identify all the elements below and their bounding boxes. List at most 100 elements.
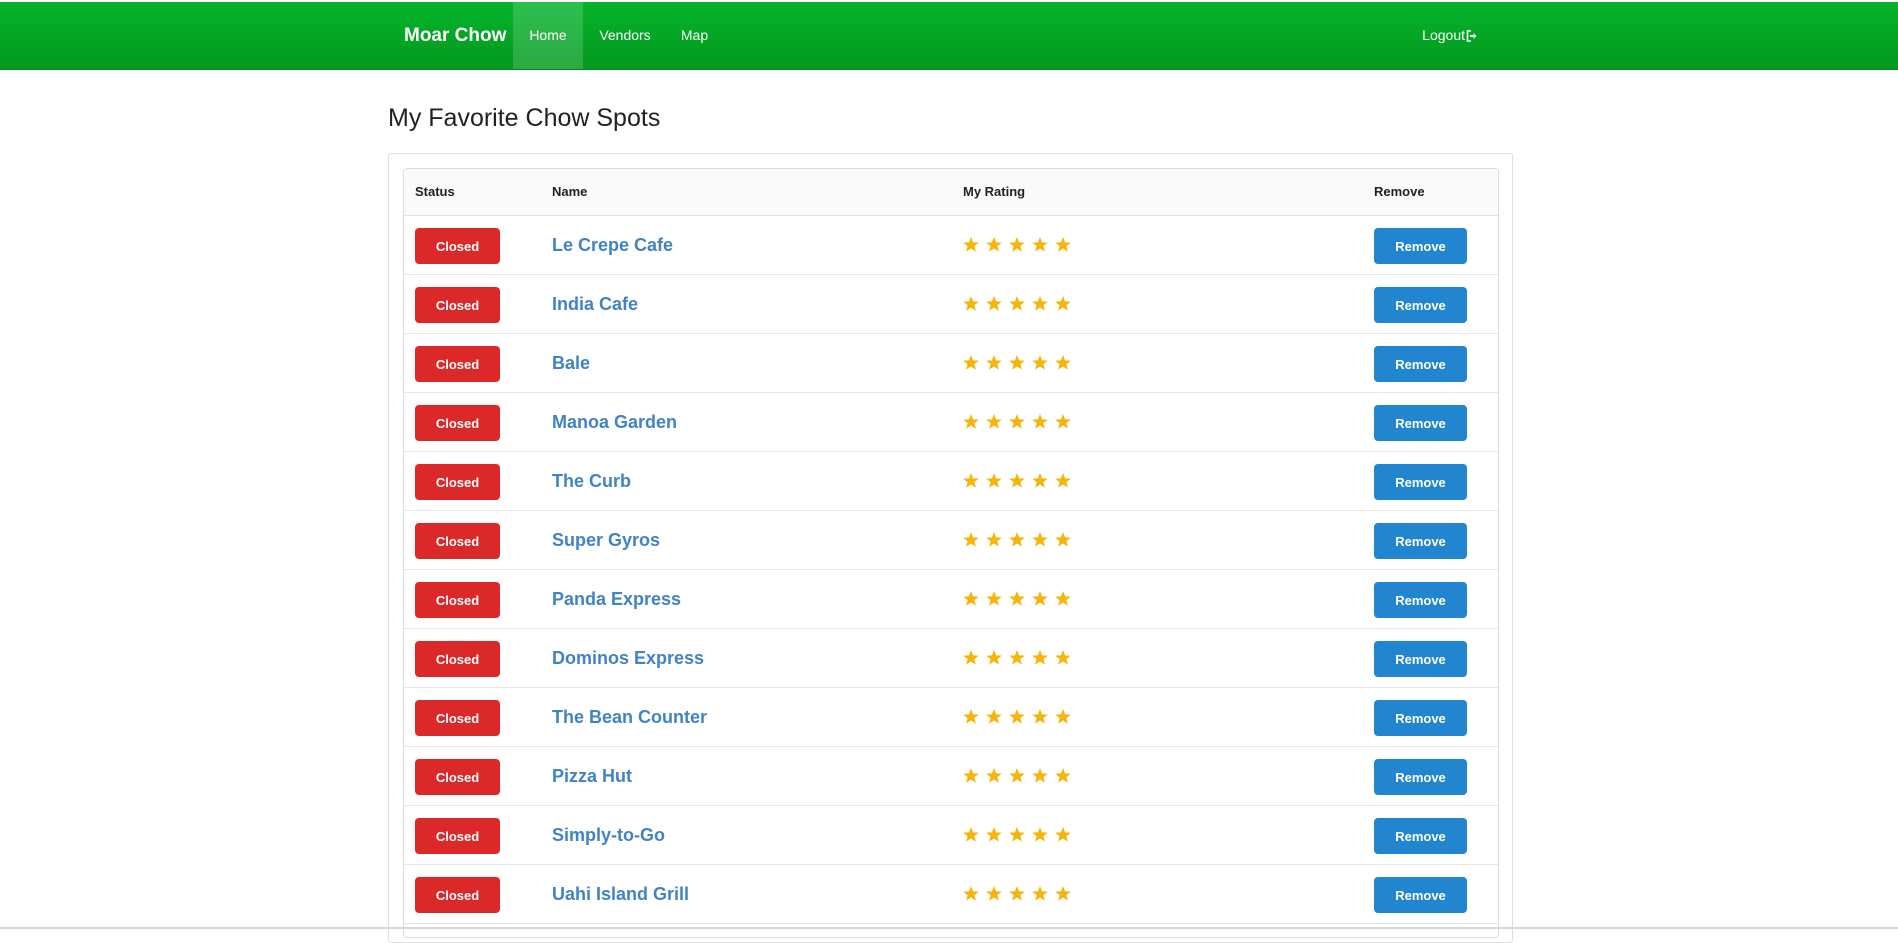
- star-icon[interactable]: [985, 767, 1008, 785]
- status-badge[interactable]: Closed: [415, 759, 500, 795]
- vendor-name-link[interactable]: India Cafe: [552, 275, 638, 334]
- star-icon[interactable]: [962, 826, 985, 844]
- rating-stars[interactable]: [962, 354, 1077, 374]
- status-badge[interactable]: Closed: [415, 818, 500, 854]
- star-icon[interactable]: [985, 885, 1008, 903]
- vendor-name-link[interactable]: Super Gyros: [552, 511, 660, 570]
- star-icon[interactable]: [1008, 590, 1031, 608]
- status-badge[interactable]: Closed: [415, 346, 500, 382]
- vendor-name-link[interactable]: Dominos Express: [552, 629, 704, 688]
- star-icon[interactable]: [1008, 531, 1031, 549]
- star-icon[interactable]: [1031, 413, 1054, 431]
- star-icon[interactable]: [1031, 826, 1054, 844]
- star-icon[interactable]: [962, 885, 985, 903]
- star-icon[interactable]: [962, 236, 985, 254]
- star-icon[interactable]: [1008, 767, 1031, 785]
- status-badge[interactable]: Closed: [415, 700, 500, 736]
- vendor-name-link[interactable]: Manoa Garden: [552, 393, 677, 452]
- star-icon[interactable]: [1054, 354, 1077, 372]
- status-badge[interactable]: Closed: [415, 405, 500, 441]
- status-badge[interactable]: Closed: [415, 523, 500, 559]
- rating-stars[interactable]: [962, 295, 1077, 315]
- star-icon[interactable]: [1031, 295, 1054, 313]
- star-icon[interactable]: [1008, 413, 1031, 431]
- status-badge[interactable]: Closed: [415, 641, 500, 677]
- star-icon[interactable]: [1008, 649, 1031, 667]
- status-badge[interactable]: Closed: [415, 582, 500, 618]
- nav-vendors[interactable]: Vendors: [583, 2, 667, 69]
- star-icon[interactable]: [1008, 885, 1031, 903]
- star-icon[interactable]: [1054, 649, 1077, 667]
- star-icon[interactable]: [962, 767, 985, 785]
- brand-logo[interactable]: Moar Chow: [404, 2, 506, 69]
- remove-button[interactable]: Remove: [1374, 582, 1467, 618]
- nav-map[interactable]: Map: [667, 2, 722, 69]
- remove-button[interactable]: Remove: [1374, 641, 1467, 677]
- star-icon[interactable]: [1054, 885, 1077, 903]
- vendor-name-link[interactable]: Bale: [552, 334, 590, 393]
- star-icon[interactable]: [1008, 295, 1031, 313]
- nav-home[interactable]: Home: [513, 2, 583, 69]
- star-icon[interactable]: [985, 236, 1008, 254]
- star-icon[interactable]: [985, 354, 1008, 372]
- star-icon[interactable]: [985, 826, 1008, 844]
- rating-stars[interactable]: [962, 767, 1077, 787]
- remove-button[interactable]: Remove: [1374, 405, 1467, 441]
- remove-button[interactable]: Remove: [1374, 464, 1467, 500]
- star-icon[interactable]: [1008, 236, 1031, 254]
- vendor-name-link[interactable]: Uahi Island Grill: [552, 865, 689, 924]
- star-icon[interactable]: [985, 295, 1008, 313]
- logout-link[interactable]: Logout: [1422, 2, 1478, 69]
- star-icon[interactable]: [962, 413, 985, 431]
- star-icon[interactable]: [985, 531, 1008, 549]
- star-icon[interactable]: [985, 413, 1008, 431]
- star-icon[interactable]: [1054, 531, 1077, 549]
- rating-stars[interactable]: [962, 885, 1077, 905]
- rating-stars[interactable]: [962, 590, 1077, 610]
- vendor-name-link[interactable]: The Bean Counter: [552, 688, 707, 747]
- star-icon[interactable]: [1054, 295, 1077, 313]
- star-icon[interactable]: [962, 649, 985, 667]
- vendor-name-link[interactable]: Panda Express: [552, 570, 681, 629]
- star-icon[interactable]: [1031, 531, 1054, 549]
- star-icon[interactable]: [1008, 708, 1031, 726]
- status-badge[interactable]: Closed: [415, 877, 500, 913]
- star-icon[interactable]: [1031, 236, 1054, 254]
- status-badge[interactable]: Closed: [415, 228, 500, 264]
- star-icon[interactable]: [1008, 354, 1031, 372]
- star-icon[interactable]: [1031, 472, 1054, 490]
- remove-button[interactable]: Remove: [1374, 759, 1467, 795]
- star-icon[interactable]: [1054, 708, 1077, 726]
- remove-button[interactable]: Remove: [1374, 877, 1467, 913]
- rating-stars[interactable]: [962, 472, 1077, 492]
- star-icon[interactable]: [1031, 885, 1054, 903]
- vendor-name-link[interactable]: Le Crepe Cafe: [552, 216, 673, 275]
- star-icon[interactable]: [962, 472, 985, 490]
- star-icon[interactable]: [1054, 590, 1077, 608]
- star-icon[interactable]: [962, 708, 985, 726]
- rating-stars[interactable]: [962, 826, 1077, 846]
- remove-button[interactable]: Remove: [1374, 700, 1467, 736]
- star-icon[interactable]: [1031, 649, 1054, 667]
- star-icon[interactable]: [1031, 354, 1054, 372]
- star-icon[interactable]: [985, 708, 1008, 726]
- rating-stars[interactable]: [962, 531, 1077, 551]
- rating-stars[interactable]: [962, 236, 1077, 256]
- star-icon[interactable]: [1031, 590, 1054, 608]
- star-icon[interactable]: [962, 354, 985, 372]
- rating-stars[interactable]: [962, 649, 1077, 669]
- remove-button[interactable]: Remove: [1374, 523, 1467, 559]
- status-badge[interactable]: Closed: [415, 287, 500, 323]
- rating-stars[interactable]: [962, 413, 1077, 433]
- vendor-name-link[interactable]: Simply-to-Go: [552, 806, 665, 865]
- star-icon[interactable]: [1031, 708, 1054, 726]
- remove-button[interactable]: Remove: [1374, 287, 1467, 323]
- star-icon[interactable]: [962, 531, 985, 549]
- remove-button[interactable]: Remove: [1374, 346, 1467, 382]
- status-badge[interactable]: Closed: [415, 464, 500, 500]
- star-icon[interactable]: [985, 649, 1008, 667]
- star-icon[interactable]: [1008, 826, 1031, 844]
- remove-button[interactable]: Remove: [1374, 818, 1467, 854]
- rating-stars[interactable]: [962, 708, 1077, 728]
- vendor-name-link[interactable]: The Curb: [552, 452, 631, 511]
